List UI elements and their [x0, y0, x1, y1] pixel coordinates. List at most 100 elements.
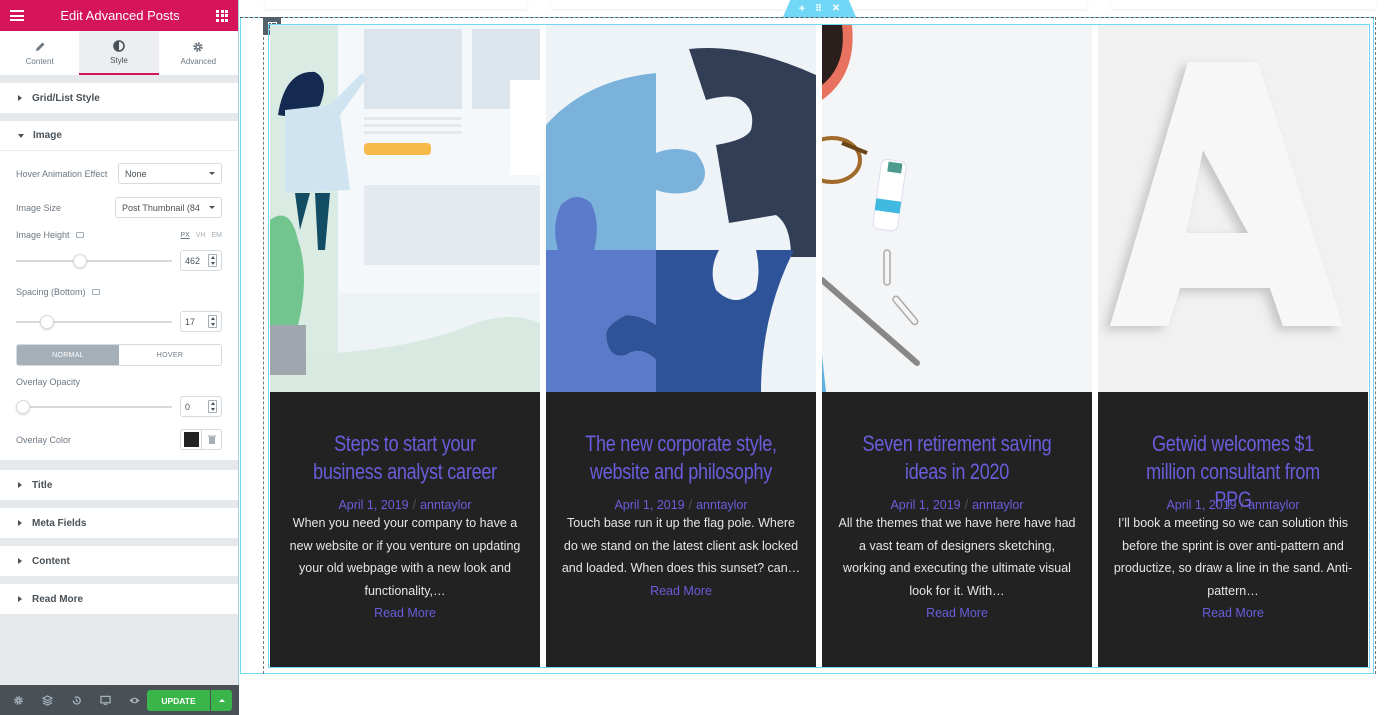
post-date[interactable]: April 1, 2019 [614, 498, 684, 512]
spinner-icon[interactable] [208, 315, 217, 328]
overlay-opacity-value: 0 [185, 401, 191, 412]
chevron-down-icon [209, 172, 215, 175]
image-size-label: Image Size [16, 202, 62, 213]
tab-advanced[interactable]: Advanced [159, 31, 238, 75]
post-title[interactable]: Steps to start your business analyst car… [306, 430, 504, 486]
image-height-label: Image Height [16, 230, 70, 240]
section-grid-list-style[interactable]: Grid/List Style [0, 83, 238, 113]
post-card: Seven retirement saving ideas in 2020 Ap… [822, 25, 1092, 667]
history-icon[interactable] [62, 695, 91, 706]
hamburger-menu-icon[interactable] [10, 10, 24, 21]
panel-title: Edit Advanced Posts [60, 8, 180, 23]
widgets-grid-icon[interactable] [216, 9, 228, 22]
section-content[interactable]: Content [0, 546, 238, 576]
image-height-slider[interactable] [16, 253, 172, 268]
tab-advanced-label: Advanced [180, 56, 217, 66]
post-date[interactable]: April 1, 2019 [338, 498, 408, 512]
responsive-desktop-icon[interactable] [75, 232, 84, 238]
post-author[interactable]: anntaylor [1248, 498, 1299, 512]
image-size-select[interactable]: Post Thumbnail (84 [115, 197, 222, 218]
post-card: Steps to start your business analyst car… [270, 25, 540, 667]
tab-hover[interactable]: HOVER [119, 345, 221, 365]
caret-right-icon [18, 482, 22, 488]
responsive-desktop-icon[interactable] [91, 289, 100, 295]
trash-icon[interactable] [202, 430, 221, 449]
spacing-label: Spacing (Bottom) [16, 287, 86, 297]
tab-content[interactable]: Content [0, 31, 79, 75]
caret-right-icon [18, 558, 22, 564]
panel-tabs: Content Style Advanced [0, 31, 238, 75]
post-title[interactable]: Seven retirement saving ideas in 2020 [858, 430, 1056, 486]
section-title[interactable]: Title [0, 470, 238, 500]
caret-right-icon [18, 520, 22, 526]
post-meta: April 1, 2019 /anntaylor [284, 498, 526, 512]
post-author[interactable]: anntaylor [696, 498, 747, 512]
update-options-button[interactable] [211, 690, 232, 711]
column-outline [263, 17, 264, 674]
section-image: Image Hover Animation Effect None Image … [0, 121, 238, 460]
spacing-input[interactable]: 17 [180, 311, 222, 332]
previous-section-card [265, 0, 527, 9]
post-thumbnail[interactable] [270, 25, 540, 392]
unit-em[interactable]: EM [212, 232, 223, 239]
overlay-opacity-input[interactable]: 0 [180, 396, 222, 417]
drag-handle-icon[interactable]: ⠿ [815, 3, 822, 14]
post-author[interactable]: anntaylor [972, 498, 1023, 512]
post-date[interactable]: April 1, 2019 [890, 498, 960, 512]
panel-footer: UPDATE [0, 685, 239, 715]
illustration-woman-webpage-image [270, 25, 540, 392]
section-image-header[interactable]: Image [0, 121, 238, 151]
slider-handle[interactable] [73, 253, 87, 268]
unit-px[interactable]: PX [180, 232, 189, 239]
gear-icon [193, 41, 204, 52]
update-button[interactable]: UPDATE [147, 690, 210, 711]
layers-icon[interactable] [33, 694, 62, 706]
post-thumbnail[interactable] [546, 25, 816, 392]
read-more-link[interactable]: Read More [650, 584, 712, 598]
overlay-color-picker[interactable] [180, 429, 222, 450]
post-thumbnail[interactable] [822, 25, 1092, 392]
delete-section-icon[interactable]: ✕ [832, 3, 840, 14]
read-more-link[interactable]: Read More [1202, 606, 1264, 620]
contrast-icon [113, 39, 125, 52]
image-height-input[interactable]: 462 [180, 250, 222, 271]
tab-normal[interactable]: NORMAL [17, 345, 119, 365]
panel-header: Edit Advanced Posts [0, 0, 238, 31]
editor-panel: Edit Advanced Posts Content Style Advanc… [0, 0, 239, 715]
pencil-icon [35, 42, 45, 51]
previous-section-card [1111, 0, 1376, 9]
read-more-link[interactable]: Read More [926, 606, 988, 620]
spinner-icon[interactable] [208, 254, 217, 267]
post-thumbnail[interactable] [1098, 25, 1368, 392]
unit-switcher: PX VH EM [180, 232, 222, 239]
slider-handle[interactable] [40, 314, 54, 329]
section-handle: + ⠿ ✕ [783, 0, 856, 17]
responsive-icon[interactable] [91, 695, 120, 706]
section-meta-fields[interactable]: Meta Fields [0, 508, 238, 538]
post-excerpt: All the themes that we have here have ha… [838, 516, 1076, 598]
tab-style[interactable]: Style [79, 31, 159, 75]
post-title[interactable]: The new corporate style, website and phi… [582, 430, 780, 486]
spacing-slider[interactable] [16, 314, 172, 329]
preview-canvas: + ⠿ ✕ Steps to start your business analy… [240, 0, 1400, 715]
section-label: Grid/List Style [32, 92, 100, 104]
post-title[interactable]: Getwid welcomes $1 million consultant fr… [1134, 430, 1332, 512]
image-height-value: 462 [185, 255, 201, 266]
settings-gear-icon[interactable] [4, 695, 33, 706]
caret-down-icon [18, 133, 24, 138]
overlay-opacity-slider[interactable] [16, 399, 172, 414]
chevron-down-icon [209, 206, 215, 209]
add-section-icon[interactable]: + [799, 3, 805, 15]
unit-vh[interactable]: VH [196, 232, 206, 239]
read-more-link[interactable]: Read More [374, 606, 436, 620]
overlay-color-label: Overlay Color [16, 434, 72, 445]
meta-separator: / [412, 498, 417, 512]
post-author[interactable]: anntaylor [420, 498, 471, 512]
white-letter-a-image [1098, 25, 1368, 392]
section-read-more[interactable]: Read More [0, 584, 238, 614]
spinner-icon[interactable] [208, 400, 217, 413]
hover-animation-select[interactable]: None [118, 163, 222, 184]
slider-handle[interactable] [16, 399, 30, 414]
preview-eye-icon[interactable] [120, 695, 149, 706]
color-swatch[interactable] [181, 430, 202, 449]
